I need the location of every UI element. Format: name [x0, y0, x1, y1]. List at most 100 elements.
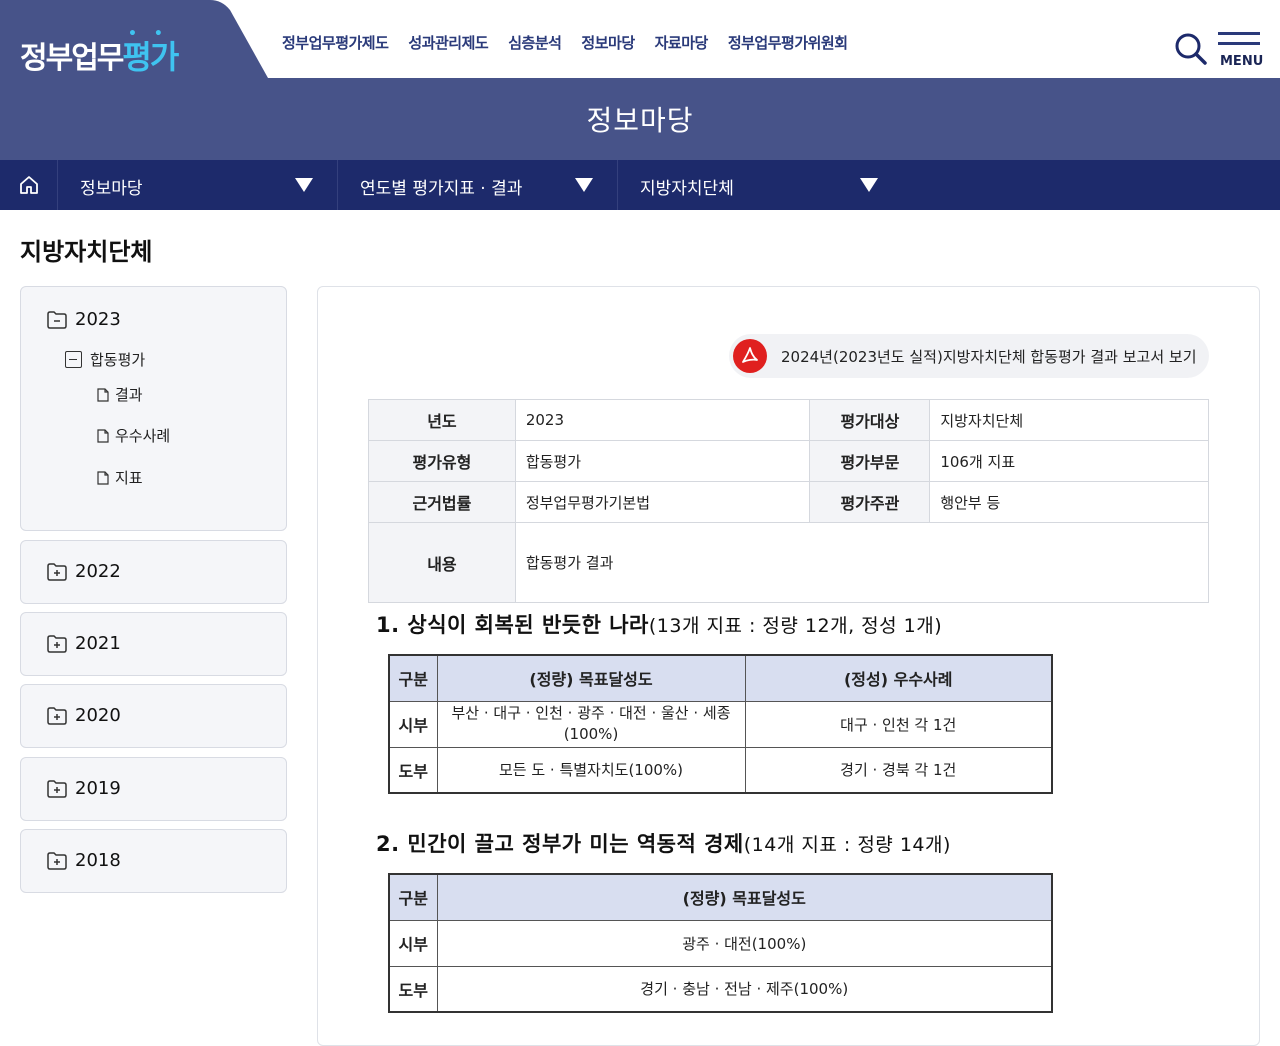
table-cell: 광주 · 대전(100%): [436, 919, 1053, 967]
section2-table: 구분 (정량) 목표달성도 시부 광주 · 대전(100%) 도부 경기 · 충…: [388, 873, 1053, 1013]
info-header-law: 근거법률: [368, 481, 516, 523]
search-button[interactable]: [1174, 32, 1208, 66]
table-header-cell: 구분: [388, 873, 438, 921]
section2-title-main: 2. 민간이 끌고 정부가 미는 역동적 경제: [376, 832, 744, 856]
sidebar-leaf-result[interactable]: 결과: [97, 384, 143, 405]
sidebar-year-label: 2022: [75, 561, 121, 582]
hamburger-icon: [1218, 32, 1260, 35]
logo-tab: 정부업무평가 • •: [0, 0, 268, 78]
table-row: 내용 합동평가 결과: [368, 522, 1210, 603]
table-cell: 대구 · 인천 각 1건: [744, 700, 1053, 748]
table-row: 시부 부산 · 대구 · 인천 · 광주 · 대전 · 울산 · 세종(100%…: [388, 700, 1053, 748]
table-cell: 경기 · 경북 각 1건: [744, 746, 1053, 794]
search-icon: [1175, 33, 1207, 65]
table-row: 년도 2023 평가대상 지방자치단체: [368, 399, 1209, 441]
sidebar-sub-label: 합동평가: [90, 351, 146, 369]
table-row-label: 도부: [388, 965, 438, 1013]
sidebar-year-toggle[interactable]: 2020: [47, 705, 121, 726]
home-button[interactable]: [0, 160, 58, 210]
table-row: 도부 경기 · 충남 · 전남 · 제주(100%): [388, 965, 1053, 1013]
table-row: 평가유형 합동평가 평가부문 106개 지표: [368, 440, 1209, 482]
info-header-content: 내용: [368, 522, 516, 603]
menu-label: MENU: [1220, 54, 1264, 69]
table-row-label: 시부: [388, 919, 438, 967]
sidebar-leaf-label: 우수사례: [115, 427, 171, 445]
location-dropdown-1[interactable]: 정보마당: [58, 160, 338, 210]
table-row: 근거법률 정부업무평가기본법 평가주관 행안부 등: [368, 481, 1209, 523]
sidebar-year-label: 2018: [75, 850, 121, 871]
folder-plus-icon: [47, 634, 67, 653]
table-cell: 모든 도 · 특별자치도(100%): [436, 746, 746, 794]
sidebar-year-toggle[interactable]: 2019: [47, 778, 121, 799]
logo-text-main: 정부업무: [20, 41, 124, 76]
info-value-content: 합동평가 결과: [514, 522, 1210, 603]
info-value-type: 합동평가: [514, 440, 811, 482]
sidebar-sub-joint-eval[interactable]: 합동평가: [65, 349, 145, 370]
dropdown-arrow-icon: [295, 178, 313, 192]
location-label-2: 연도별 평가지표 · 결과: [360, 179, 523, 199]
dropdown-arrow-icon: [860, 178, 878, 192]
site-logo[interactable]: 정부업무평가 • •: [20, 26, 179, 78]
sidebar-year-2019[interactable]: 2019: [20, 757, 287, 821]
info-header-section: 평가부문: [809, 440, 931, 482]
info-value-section: 106개 지표: [929, 440, 1209, 482]
table-header-cell: (정량) 목표달성도: [436, 873, 1053, 921]
sidebar-year-toggle[interactable]: 2018: [47, 850, 121, 871]
sidebar-year-2022[interactable]: 2022: [20, 540, 287, 604]
section1-title-main: 1. 상식이 회복된 반듯한 나라: [376, 613, 649, 637]
nav-item-performance[interactable]: 성과관리제도: [408, 32, 488, 53]
info-header-target: 평가대상: [809, 399, 931, 441]
folder-plus-icon: [47, 562, 67, 581]
sidebar-year-2018[interactable]: 2018: [20, 829, 287, 893]
info-header-year: 년도: [368, 399, 516, 441]
sidebar-leaf-label: 결과: [115, 386, 143, 404]
nav-item-analysis[interactable]: 심층분석: [508, 32, 562, 53]
location-bar: 정보마당 연도별 평가지표 · 결과 지방자치단체: [0, 160, 1280, 210]
info-header-host: 평가주관: [809, 481, 931, 523]
info-value-target: 지방자치단체: [929, 399, 1209, 441]
banner-title: 정보마당: [586, 104, 694, 137]
hamburger-icon-bar: [1218, 42, 1260, 45]
nav-item-data[interactable]: 자료마당: [655, 32, 709, 53]
menu-button[interactable]: MENU: [1218, 32, 1264, 70]
sidebar-year-label: 2023: [75, 309, 121, 330]
section2-title: 2. 민간이 끌고 정부가 미는 역동적 경제(14개 지표 : 정량 14개): [376, 828, 951, 858]
pdf-icon: [733, 339, 767, 373]
folder-plus-icon: [47, 779, 67, 798]
sidebar-year-label: 2020: [75, 705, 121, 726]
collapse-icon: [65, 351, 82, 368]
location-dropdown-2[interactable]: 연도별 평가지표 · 결과: [338, 160, 618, 210]
sidebar-year-2023: 2023 합동평가 결과 우수사례 지표: [20, 286, 287, 531]
table-row-label: 시부: [388, 700, 438, 748]
info-header-type: 평가유형: [368, 440, 516, 482]
document-icon: [97, 387, 109, 402]
document-icon: [97, 428, 109, 443]
sidebar-year-2021[interactable]: 2021: [20, 612, 287, 676]
table-header-row: 구분 (정량) 목표달성도: [388, 873, 1053, 921]
nav-item-eval-system[interactable]: 정부업무평가제도: [282, 32, 389, 53]
section1-title: 1. 상식이 회복된 반듯한 나라(13개 지표 : 정량 12개, 정성 1개…: [376, 609, 942, 639]
sidebar-year-label: 2019: [75, 778, 121, 799]
sidebar-year-2020[interactable]: 2020: [20, 684, 287, 748]
folder-plus-icon: [47, 706, 67, 725]
table-cell: 경기 · 충남 · 전남 · 제주(100%): [436, 965, 1053, 1013]
document-icon: [97, 470, 109, 485]
report-download-button[interactable]: 2024년(2023년도 실적)지방자치단체 합동평가 결과 보고서 보기: [729, 334, 1209, 378]
section1-table: 구분 (정량) 목표달성도 (정성) 우수사례 시부 부산 · 대구 · 인천 …: [388, 654, 1053, 794]
sidebar-leaf-best-case[interactable]: 우수사례: [97, 425, 170, 446]
table-header-row: 구분 (정량) 목표달성도 (정성) 우수사례: [388, 654, 1053, 702]
section1-subtitle: (13개 지표 : 정량 12개, 정성 1개): [648, 615, 943, 637]
sidebar-year-toggle[interactable]: 2022: [47, 561, 121, 582]
home-icon: [19, 176, 38, 194]
main-nav: 정부업무평가제도 성과관리제도 심층분석 정보마당 자료마당 정부업무평가위원회: [282, 32, 848, 53]
info-value-year: 2023: [514, 399, 811, 441]
info-value-law: 정부업무평가기본법: [514, 481, 811, 523]
nav-item-committee[interactable]: 정부업무평가위원회: [728, 32, 848, 53]
sidebar-year-toggle-2023[interactable]: 2023: [47, 309, 121, 330]
section-banner: 정보마당: [0, 78, 1280, 160]
logo-text-accent: 평가: [122, 38, 179, 76]
sidebar-year-toggle[interactable]: 2021: [47, 633, 121, 654]
location-dropdown-3[interactable]: 지방자치단체: [618, 160, 898, 210]
sidebar-leaf-indicator[interactable]: 지표: [97, 467, 143, 488]
nav-item-info[interactable]: 정보마당: [581, 32, 635, 53]
